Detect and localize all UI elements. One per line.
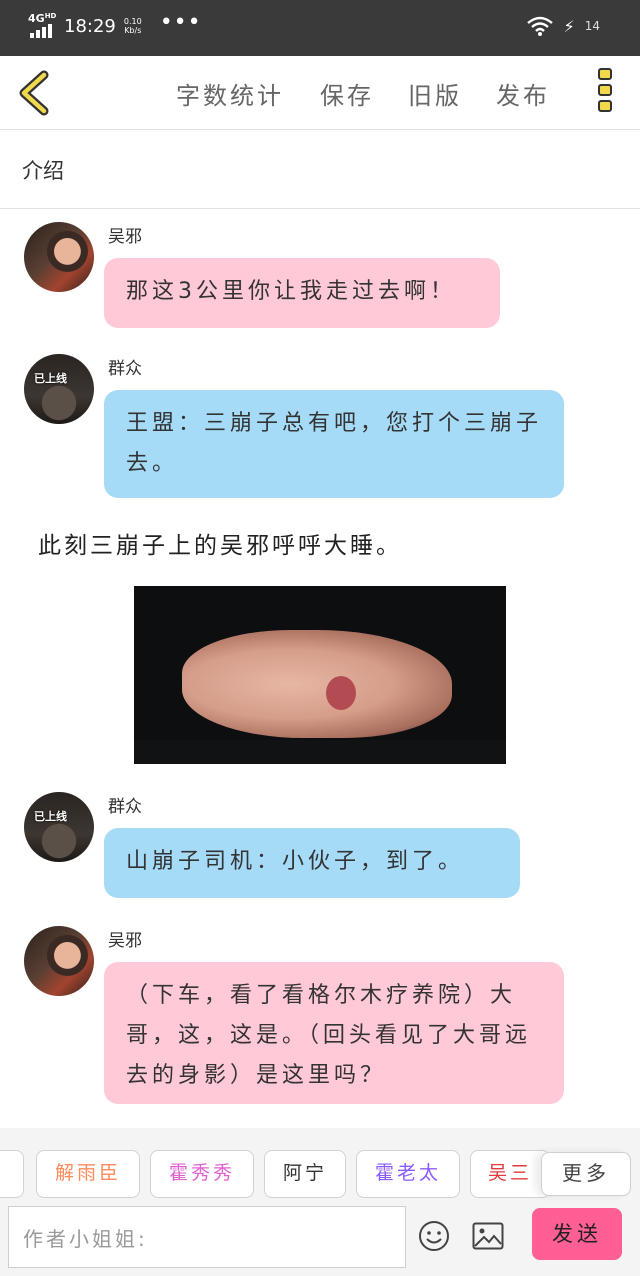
wifi-icon [527,16,554,36]
character-chip[interactable]: 霍老太 [356,1150,460,1198]
message-bubble[interactable]: 那这3公里你让我走过去啊！ [104,258,500,328]
message-bubble[interactable]: （下车，看了看格尔木疗养院）大哥，这，这是。（回头看见了大哥远去的身影）是这里吗… [104,962,564,1104]
publish-button[interactable]: 发布 [496,76,550,111]
story-image[interactable] [134,586,506,764]
character-chip[interactable] [0,1150,24,1198]
old-version-button[interactable]: 旧版 [408,76,462,111]
character-chip[interactable]: 吴三 [470,1150,550,1198]
intro-label: 介绍 [22,159,64,183]
editor-toolbar: 字数统计 保存 旧版 发布 [0,56,640,130]
speaker-name: 吴邪 [108,227,142,247]
online-badge: 已上线 [34,810,67,823]
character-chip[interactable]: 解雨臣 [36,1150,140,1198]
more-characters-button[interactable]: 更多 [541,1152,631,1196]
avatar[interactable] [24,926,94,996]
save-button[interactable]: 保存 [320,76,374,111]
send-button[interactable]: 发送 [532,1208,622,1260]
character-chip[interactable]: 阿宁 [264,1150,346,1198]
message-input[interactable]: 作者小姐姐: [8,1206,406,1268]
network-speed: 0.10 Kb/s [123,17,142,35]
more-notifications-icon: ••• [159,9,202,35]
avatar[interactable]: 已上线 [24,354,94,424]
menu-icon[interactable] [594,68,616,120]
intro-row[interactable]: 介绍 [0,131,640,209]
narration-text[interactable]: 此刻三崩子上的吴邪呼呼大睡。 [38,526,402,560]
image-icon[interactable] [472,1222,504,1250]
back-icon[interactable] [16,70,52,116]
battery-level: 14 [584,19,600,33]
message-input-placeholder: 作者小姐姐: [23,1227,148,1251]
avatar[interactable] [24,222,94,292]
online-badge: 已上线 [34,372,67,385]
speaker-name: 吴邪 [108,931,142,951]
composer-bar: 作者小姐姐: 发送 [0,1206,640,1276]
avatar[interactable]: 已上线 [24,792,94,862]
status-time: 18:29 [64,15,116,37]
word-count-button[interactable]: 字数统计 [176,76,284,111]
speaker-name: 群众 [108,797,142,817]
cellular-signal-icon: 4GHD [28,12,58,38]
status-bar: 4GHD 18:29 0.10 Kb/s ••• ⚡ 14 [0,0,640,56]
emoji-icon[interactable] [418,1220,450,1252]
message-bubble[interactable]: 山崩子司机：小伙子，到了。 [104,828,520,898]
charging-icon: ⚡ [563,16,575,36]
speaker-name: 群众 [108,359,142,379]
character-chip[interactable]: 霍秀秀 [150,1150,254,1198]
message-bubble[interactable]: 王盟：三崩子总有吧，您打个三崩子去。 [104,390,564,498]
